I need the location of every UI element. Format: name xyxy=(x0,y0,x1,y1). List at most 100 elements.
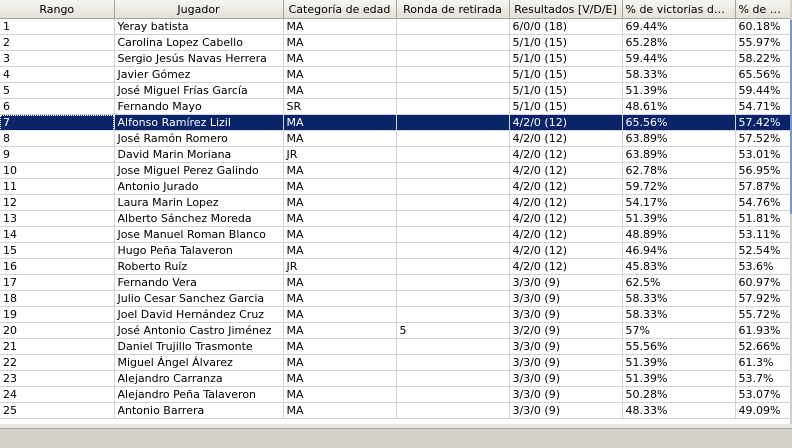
column-header-win-pct[interactable]: % de vic... xyxy=(735,0,790,19)
win-pct-cell[interactable]: 59.44% xyxy=(735,82,790,99)
player-cell[interactable]: Sergio Jesús Navas Herrera xyxy=(114,50,284,67)
win-pct-cell[interactable]: 60.18% xyxy=(735,18,790,35)
withdrawal-round-cell[interactable] xyxy=(396,50,510,67)
win-pct-cell[interactable]: 65.56% xyxy=(735,66,790,83)
opponent-win-pct-cell[interactable]: 50.28% xyxy=(622,386,736,403)
table-row[interactable]: 21 Daniel Trujillo Trasmonte MA 3/3/0 (9) 55… xyxy=(0,338,790,355)
player-cell[interactable]: Julio Cesar Sanchez Garcia xyxy=(114,290,284,307)
rank-cell[interactable]: 9 xyxy=(0,146,115,163)
win-pct-cell[interactable]: 58.22% xyxy=(735,50,790,67)
withdrawal-round-cell[interactable] xyxy=(396,82,510,99)
win-pct-cell[interactable]: 53.07% xyxy=(735,386,790,403)
age-category-cell[interactable]: MA xyxy=(283,178,397,195)
table-row[interactable]: 8 José Ramón Romero MA 4/2/0 (12) 63.89% 57.5… xyxy=(0,130,790,147)
withdrawal-round-cell[interactable] xyxy=(396,18,510,35)
rank-cell[interactable]: 23 xyxy=(0,370,115,387)
win-pct-cell[interactable]: 52.66% xyxy=(735,338,790,355)
player-cell[interactable]: Alberto Sánchez Moreda xyxy=(114,210,284,227)
opponent-win-pct-cell[interactable]: 51.39% xyxy=(622,82,736,99)
opponent-win-pct-cell[interactable]: 54.17% xyxy=(622,194,736,211)
win-pct-cell[interactable]: 60.97% xyxy=(735,274,790,291)
withdrawal-round-cell[interactable] xyxy=(396,178,510,195)
table-row[interactable]: 15 Hugo Peña Talaveron MA 4/2/0 (12) 46.94% 5… xyxy=(0,242,790,259)
table-row[interactable]: 19 Joel David Hernández Cruz MA 3/3/0 (9) 58… xyxy=(0,306,790,323)
age-category-cell[interactable]: MA xyxy=(283,114,397,131)
age-category-cell[interactable]: MA xyxy=(283,18,397,35)
win-pct-cell[interactable]: 57.42% xyxy=(735,114,790,131)
table-row[interactable]: 7 Alfonso Ramírez Lizil MA 4/2/0 (12) 65.56%… xyxy=(0,114,790,131)
results-cell[interactable]: 4/2/0 (12) xyxy=(509,178,623,195)
rank-cell[interactable]: 20 xyxy=(0,322,115,339)
age-category-cell[interactable]: MA xyxy=(283,34,397,51)
age-category-cell[interactable]: MA xyxy=(283,162,397,179)
player-cell[interactable]: Roberto Ruíz xyxy=(114,258,284,275)
table-row[interactable]: 5 José Miguel Frías García MA 5/1/0 (15) 51.… xyxy=(0,82,790,99)
results-cell[interactable]: 5/1/0 (15) xyxy=(509,82,623,99)
player-cell[interactable]: Javier Gómez xyxy=(114,66,284,83)
opponent-win-pct-cell[interactable]: 48.33% xyxy=(622,402,736,419)
opponent-win-pct-cell[interactable]: 65.56% xyxy=(622,114,736,131)
withdrawal-round-cell[interactable]: 5 xyxy=(396,322,510,339)
age-category-cell[interactable]: MA xyxy=(283,354,397,371)
results-cell[interactable]: 3/3/0 (9) xyxy=(509,386,623,403)
results-cell[interactable]: 6/0/0 (18) xyxy=(509,18,623,35)
withdrawal-round-cell[interactable] xyxy=(396,274,510,291)
player-cell[interactable]: Alejandro Peña Talaveron xyxy=(114,386,284,403)
table-row[interactable]: 25 Antonio Barrera MA 3/3/0 (9) 48.33% 49.09% xyxy=(0,402,790,419)
player-cell[interactable]: Jose Manuel Roman Blanco xyxy=(114,226,284,243)
withdrawal-round-cell[interactable] xyxy=(396,146,510,163)
opponent-win-pct-cell[interactable]: 58.33% xyxy=(622,66,736,83)
rank-cell[interactable]: 1 xyxy=(0,18,115,35)
win-pct-cell[interactable]: 57.87% xyxy=(735,178,790,195)
rank-cell[interactable]: 11 xyxy=(0,178,115,195)
rank-cell[interactable]: 8 xyxy=(0,130,115,147)
withdrawal-round-cell[interactable] xyxy=(396,354,510,371)
withdrawal-round-cell[interactable] xyxy=(396,306,510,323)
win-pct-cell[interactable]: 53.7% xyxy=(735,370,790,387)
column-header-results[interactable]: Resultados [V/D/E] xyxy=(509,0,623,19)
player-cell[interactable]: Antonio Barrera xyxy=(114,402,284,419)
results-cell[interactable]: 3/3/0 (9) xyxy=(509,290,623,307)
rank-cell[interactable]: 16 xyxy=(0,258,115,275)
opponent-win-pct-cell[interactable]: 65.28% xyxy=(622,34,736,51)
age-category-cell[interactable]: MA xyxy=(283,386,397,403)
rank-cell[interactable]: 17 xyxy=(0,274,115,291)
results-cell[interactable]: 4/2/0 (12) xyxy=(509,242,623,259)
age-category-cell[interactable]: MA xyxy=(283,322,397,339)
opponent-win-pct-cell[interactable]: 51.39% xyxy=(622,354,736,371)
player-cell[interactable]: Hugo Peña Talaveron xyxy=(114,242,284,259)
age-category-cell[interactable]: MA xyxy=(283,338,397,355)
opponent-win-pct-cell[interactable]: 62.78% xyxy=(622,162,736,179)
table-row[interactable]: 12 Laura Marin Lopez MA 4/2/0 (12) 54.17% 54.… xyxy=(0,194,790,211)
win-pct-cell[interactable]: 56.95% xyxy=(735,162,790,179)
results-cell[interactable]: 5/1/0 (15) xyxy=(509,66,623,83)
opponent-win-pct-cell[interactable]: 48.61% xyxy=(622,98,736,115)
withdrawal-round-cell[interactable] xyxy=(396,258,510,275)
column-header-age-category[interactable]: Categoría de edad xyxy=(283,0,397,19)
table-row[interactable]: 22 Miguel Ángel Álvarez MA 3/3/0 (9) 51.39% 6… xyxy=(0,354,790,371)
win-pct-cell[interactable]: 61.93% xyxy=(735,322,790,339)
rank-cell[interactable]: 2 xyxy=(0,34,115,51)
rank-cell[interactable]: 6 xyxy=(0,98,115,115)
win-pct-cell[interactable]: 54.71% xyxy=(735,98,790,115)
withdrawal-round-cell[interactable] xyxy=(396,370,510,387)
rank-cell[interactable]: 5 xyxy=(0,82,115,99)
table-row[interactable]: 17 Fernando Vera MA 3/3/0 (9) 62.5% 60.97% xyxy=(0,274,790,291)
table-row[interactable]: 10 Jose Miguel Perez Galindo MA 4/2/0 (12) 6… xyxy=(0,162,790,179)
table-row[interactable]: 2 Carolina Lopez Cabello MA 5/1/0 (15) 65.28… xyxy=(0,34,790,51)
win-pct-cell[interactable]: 53.01% xyxy=(735,146,790,163)
win-pct-cell[interactable]: 54.76% xyxy=(735,194,790,211)
table-row[interactable]: 9 David Marin Moriana JR 4/2/0 (12) 63.89% 53… xyxy=(0,146,790,163)
rank-cell[interactable]: 12 xyxy=(0,194,115,211)
age-category-cell[interactable]: SR xyxy=(283,98,397,115)
win-pct-cell[interactable]: 55.72% xyxy=(735,306,790,323)
withdrawal-round-cell[interactable] xyxy=(396,34,510,51)
column-header-rank[interactable]: Rango xyxy=(0,0,115,19)
results-cell[interactable]: 5/1/0 (15) xyxy=(509,50,623,67)
age-category-cell[interactable]: MA xyxy=(283,242,397,259)
age-category-cell[interactable]: MA xyxy=(283,50,397,67)
table-row[interactable]: 23 Alejandro Carranza MA 3/3/0 (9) 51.39% 53.… xyxy=(0,370,790,387)
rank-cell[interactable]: 22 xyxy=(0,354,115,371)
rank-cell[interactable]: 14 xyxy=(0,226,115,243)
opponent-win-pct-cell[interactable]: 46.94% xyxy=(622,242,736,259)
